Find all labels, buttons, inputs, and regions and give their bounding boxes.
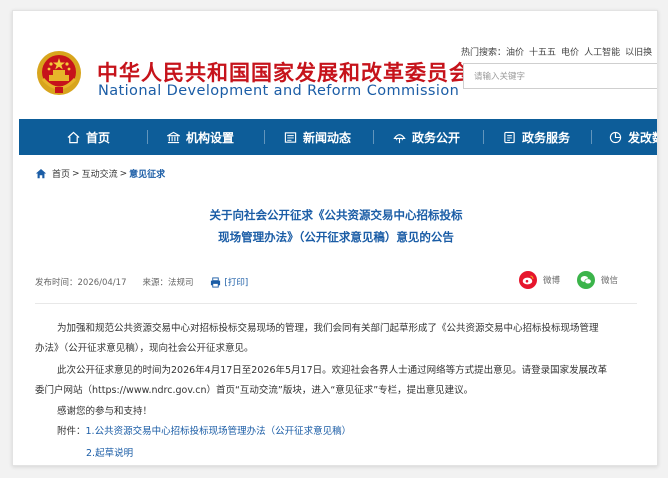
attachment-label: 附件： (57, 426, 86, 437)
breadcrumb-separator: > (119, 168, 128, 179)
hot-search: 热门搜索：油价 十五五 电价 人工智能 以旧换 (461, 45, 657, 58)
article-title-line-2: 现场管理办法》（公开征求意见稿）意见的公告 (218, 230, 454, 244)
site-header: 中华人民共和国国家发展和改革委员会 National Development a… (13, 11, 657, 121)
paragraph-2-line-2: 委门户网站（https://www.ndrc.gov.cn）首页“互动交流”版块… (35, 385, 474, 396)
nav-divider (591, 130, 592, 144)
paragraph-2-line-1: 此次公开征求意见的时间为2026年4月17日至2026年5月17日。欢迎社会各界… (57, 365, 608, 376)
paragraph-1-line-1: 为加强和规范公共资源交易中心对招标投标交易现场的管理，我们会同有关部门起草形成了… (57, 323, 599, 334)
breadcrumb-interaction[interactable]: 互动交流 (82, 167, 118, 180)
share-weibo[interactable]: 微博 (519, 271, 560, 289)
share-weibo-label: 微博 (543, 276, 561, 286)
wechat-icon (577, 271, 595, 289)
gov-service-icon (504, 131, 515, 143)
attachment-link-1[interactable]: 1.公共资源交易中心招标投标现场管理办法（公开征求意见稿） (86, 426, 352, 437)
publish-date: 发布时间：2026/04/17 (35, 278, 127, 288)
hot-search-label: 热门搜索： (461, 48, 507, 58)
weibo-icon (519, 271, 537, 289)
nav-item-gov-service[interactable]: 政务服务 (503, 119, 570, 155)
nav-label: 政务服务 (522, 130, 571, 145)
home-icon (67, 131, 80, 143)
search-box (463, 63, 657, 89)
breadcrumb: 首页 > 互动交流 > 意见征求 (35, 167, 167, 180)
nav-item-data[interactable]: 发改数 (609, 119, 657, 155)
nav-item-home[interactable]: 首页 (67, 119, 110, 155)
nav-item-institution[interactable]: 机构设置 (167, 119, 234, 155)
thanks-text: 感谢您的参与和支持！ (57, 406, 153, 417)
breadcrumb-separator: > (72, 168, 80, 179)
share-wechat[interactable]: 微信 (577, 271, 618, 289)
attachment-line-1: 附件：1.公共资源交易中心招标投标现场管理办法（公开征求意见稿） (57, 423, 351, 437)
gov-open-icon (393, 133, 406, 143)
hot-search-item[interactable]: 电价 (561, 48, 579, 58)
breadcrumb-home[interactable]: 首页 (52, 167, 70, 180)
paragraph-thanks: 感谢您的参与和支持！ (35, 402, 635, 422)
search-input[interactable] (464, 65, 657, 89)
attachment-link-2[interactable]: 2.起草说明 (86, 448, 133, 459)
data-icon (609, 131, 622, 143)
institution-icon (167, 131, 180, 143)
nav-item-gov-open[interactable]: 政务公开 (393, 119, 460, 155)
hot-search-item[interactable]: 人工智能 (584, 48, 620, 58)
print-link[interactable]: [打印] (225, 276, 249, 288)
nav-divider (264, 130, 265, 144)
paragraph-2: 此次公开征求意见的时间为2026年4月17日至2026年5月17日。欢迎社会各界… (35, 361, 635, 401)
nav-divider (373, 130, 374, 144)
national-emblem-icon[interactable] (35, 49, 83, 97)
article-title-line-1: 关于向社会公开征求《公共资源交易中心招标投标 (209, 208, 463, 222)
home-icon[interactable] (35, 168, 47, 179)
nav-label: 首页 (86, 130, 111, 145)
hot-search-item[interactable]: 以旧换 (625, 48, 652, 58)
page-frame: 中华人民共和国国家发展和改革委员会 National Development a… (12, 10, 658, 466)
article-meta: 发布时间：2026/04/17 来源：法规司 [打印] (35, 276, 248, 288)
nav-label: 发改数 (628, 130, 657, 145)
nav-label: 机构设置 (186, 130, 235, 145)
article-source: 来源：法规司 (142, 278, 194, 288)
org-name-en[interactable]: National Development and Reform Commissi… (98, 83, 459, 99)
nav-label: 新闻动态 (303, 130, 352, 145)
meta-divider (35, 303, 637, 304)
nav-divider (147, 130, 148, 144)
breadcrumb-current[interactable]: 意见征求 (129, 167, 165, 180)
printer-icon[interactable] (210, 276, 221, 288)
share-wechat-label: 微信 (601, 276, 619, 286)
paragraph-1: 为加强和规范公共资源交易中心对招标投标交易现场的管理，我们会同有关部门起草形成了… (35, 319, 635, 359)
hot-search-item[interactable]: 十五五 (529, 48, 556, 58)
news-icon (284, 131, 297, 143)
attachment-line-2: 2.起草说明 (86, 445, 133, 459)
hot-search-item[interactable]: 油价 (506, 48, 524, 58)
paragraph-1-line-2: 办法》（公开征求意见稿），现向社会公开征求意见。 (35, 343, 254, 354)
nav-label: 政务公开 (412, 130, 461, 145)
nav-divider (483, 130, 484, 144)
nav-item-news[interactable]: 新闻动态 (284, 119, 351, 155)
main-nav: 首页 机构设置 新闻动态 政务公开 政务服务 发改数 (19, 119, 657, 155)
